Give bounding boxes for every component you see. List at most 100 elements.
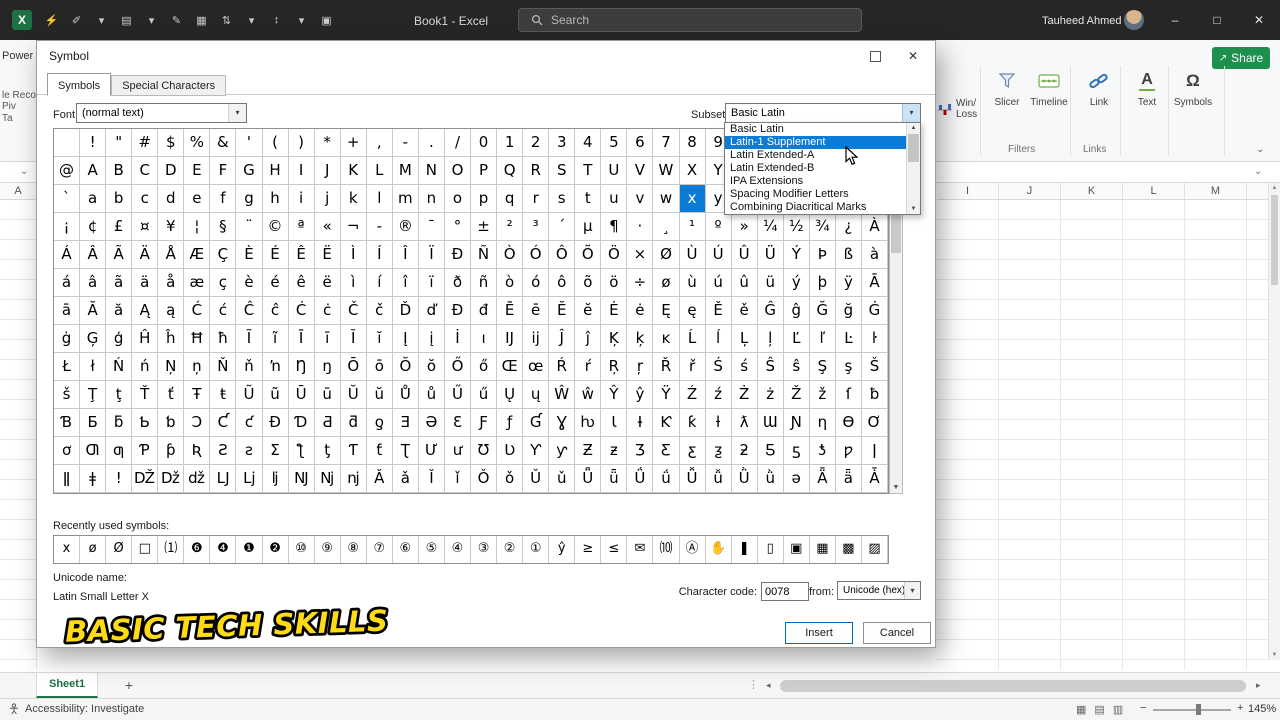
symbol-cell[interactable]: U <box>601 157 627 185</box>
symbol-cell[interactable]: ǂ <box>80 465 106 493</box>
symbol-cell[interactable]: ŭ <box>367 381 393 409</box>
symbol-cell[interactable]: ƃ <box>106 409 132 437</box>
symbol-cell[interactable]: Ǉ <box>210 465 236 493</box>
recent-symbol-cell[interactable]: ≤ <box>601 536 627 563</box>
recent-symbol-cell[interactable]: ❻ <box>184 536 210 563</box>
symbol-cell[interactable]: . <box>419 129 445 157</box>
symbol-cell[interactable]: Ǚ <box>680 465 706 493</box>
scroll-down-icon[interactable]: ▼ <box>907 206 920 212</box>
symbol-cell[interactable]: m <box>393 185 419 213</box>
recent-symbol-cell[interactable]: Ⓐ <box>680 536 706 563</box>
symbol-cell[interactable]: æ <box>184 269 210 297</box>
symbol-cell[interactable]: Ä <box>132 241 158 269</box>
symbol-cell[interactable]: Þ <box>810 241 836 269</box>
ribbon-collapse-icon[interactable]: ⌄ <box>1256 144 1264 155</box>
symbol-cell[interactable]: ē <box>523 297 549 325</box>
chevron-down-icon[interactable]: ▾ <box>228 104 246 122</box>
symbol-cell[interactable]: ŵ <box>575 381 601 409</box>
symbol-cell[interactable]: ǝ <box>784 465 810 493</box>
symbol-cell[interactable]: ƿ <box>836 437 862 465</box>
subset-option[interactable]: IPA Extensions <box>725 175 906 188</box>
symbol-cell[interactable]: ĭ <box>367 325 393 353</box>
symbol-cell[interactable]: ř <box>680 353 706 381</box>
symbol-cell[interactable]: Ə <box>419 409 445 437</box>
symbol-cell[interactable]: ƶ <box>601 437 627 465</box>
symbol-cell[interactable]: e <box>184 185 210 213</box>
symbol-cell[interactable]: È <box>236 241 262 269</box>
symbol-cell[interactable]: Î <box>393 241 419 269</box>
sheet-tab-sheet1[interactable]: Sheet1 <box>36 673 98 698</box>
symbol-cell[interactable]: ė <box>627 297 653 325</box>
symbol-cell[interactable]: Ģ <box>80 325 106 353</box>
symbol-cell[interactable]: ş <box>836 353 862 381</box>
symbol-cell[interactable]: x <box>680 185 706 213</box>
symbol-cell[interactable]: Ş <box>810 353 836 381</box>
recent-symbol-cell[interactable]: ④ <box>445 536 471 563</box>
symbol-cell[interactable]: ƙ <box>680 409 706 437</box>
symbol-cell[interactable]: ą <box>158 297 184 325</box>
symbol-cell[interactable]: ǘ <box>653 465 679 493</box>
symbol-cell[interactable]: Ť <box>132 381 158 409</box>
symbol-cell[interactable]: ů <box>419 381 445 409</box>
symbol-cell[interactable]: Ŋ <box>289 353 315 381</box>
symbol-cell[interactable]: 2 <box>523 129 549 157</box>
symbol-cell[interactable]: Ţ <box>80 381 106 409</box>
symbol-cell[interactable]: ` <box>54 185 80 213</box>
symbol-cell[interactable]: Ô <box>549 241 575 269</box>
symbol-cell[interactable]: Ē <box>497 297 523 325</box>
notes-icon[interactable]: ▤ <box>119 14 134 27</box>
symbol-cell[interactable]: g <box>236 185 262 213</box>
symbol-cell[interactable]: Ŭ <box>341 381 367 409</box>
symbol-cell[interactable]: ' <box>236 129 262 157</box>
symbol-cell[interactable]: ¶ <box>601 213 627 241</box>
symbol-cell[interactable]: Ż <box>732 381 758 409</box>
symbol-cell[interactable]: Ł <box>54 353 80 381</box>
symbol-cell[interactable]: ² <box>497 213 523 241</box>
symbol-cell[interactable]: µ <box>575 213 601 241</box>
symbol-cell[interactable]: G <box>236 157 262 185</box>
symbol-cell[interactable]: + <box>341 129 367 157</box>
symbol-cell[interactable]: ŀ <box>862 325 888 353</box>
symbol-cell[interactable]: 0 <box>471 129 497 157</box>
from-combobox[interactable]: Unicode (hex) ▾ <box>837 581 921 600</box>
symbol-cell[interactable]: S <box>549 157 575 185</box>
excel-logo-icon[interactable]: X <box>12 10 32 30</box>
symbol-cell[interactable]: ġ <box>54 325 80 353</box>
symbol-cell[interactable]: ¯ <box>419 213 445 241</box>
symbol-cell[interactable]: Ð <box>445 241 471 269</box>
recent-symbol-cell[interactable]: ❹ <box>210 536 236 563</box>
symbol-cell[interactable]: E <box>184 157 210 185</box>
page-layout-view-icon[interactable]: ▤ <box>1094 703 1104 716</box>
chevron-down-icon[interactable]: ▾ <box>904 582 920 599</box>
symbol-cell[interactable]: ¾ <box>810 213 836 241</box>
zoom-slider-track[interactable] <box>1153 709 1231 711</box>
symbol-cell[interactable]: á <box>54 269 80 297</box>
symbol-cell[interactable]: ´ <box>549 213 575 241</box>
symbol-cell[interactable]: ƒ <box>497 409 523 437</box>
symbol-cell[interactable]: Ɩ <box>601 409 627 437</box>
symbol-cell[interactable]: B <box>106 157 132 185</box>
symbol-cell[interactable]: H <box>263 157 289 185</box>
symbol-cell[interactable]: ƈ <box>236 409 262 437</box>
symbol-cell[interactable]: T <box>575 157 601 185</box>
recent-symbol-cell[interactable]: ⑧ <box>341 536 367 563</box>
symbol-cell[interactable]: º <box>706 213 732 241</box>
symbol-cell[interactable]: ± <box>471 213 497 241</box>
symbol-cell[interactable]: ŉ <box>263 353 289 381</box>
symbol-cell[interactable]: ļ <box>758 325 784 353</box>
symbol-cell[interactable]: ň <box>236 353 262 381</box>
symbol-cell[interactable]: ì <box>341 269 367 297</box>
dialog-close-button[interactable]: ✕ <box>897 45 929 67</box>
symbol-cell[interactable]: Ō <box>341 353 367 381</box>
symbol-cell[interactable]: Ř <box>653 353 679 381</box>
symbol-cell[interactable]: K <box>341 157 367 185</box>
pen-icon[interactable]: ✐ <box>69 14 84 27</box>
symbol-cell[interactable]: Ę <box>653 297 679 325</box>
symbol-cell[interactable]: Ǌ <box>289 465 315 493</box>
symbol-cell[interactable]: ƅ <box>158 409 184 437</box>
symbol-cell[interactable]: Ű <box>445 381 471 409</box>
symbol-cell[interactable]: F <box>210 157 236 185</box>
symbol-cell[interactable]: Ŀ <box>836 325 862 353</box>
close-button[interactable]: ✕ <box>1238 0 1280 40</box>
symbol-cell[interactable]: ö <box>601 269 627 297</box>
